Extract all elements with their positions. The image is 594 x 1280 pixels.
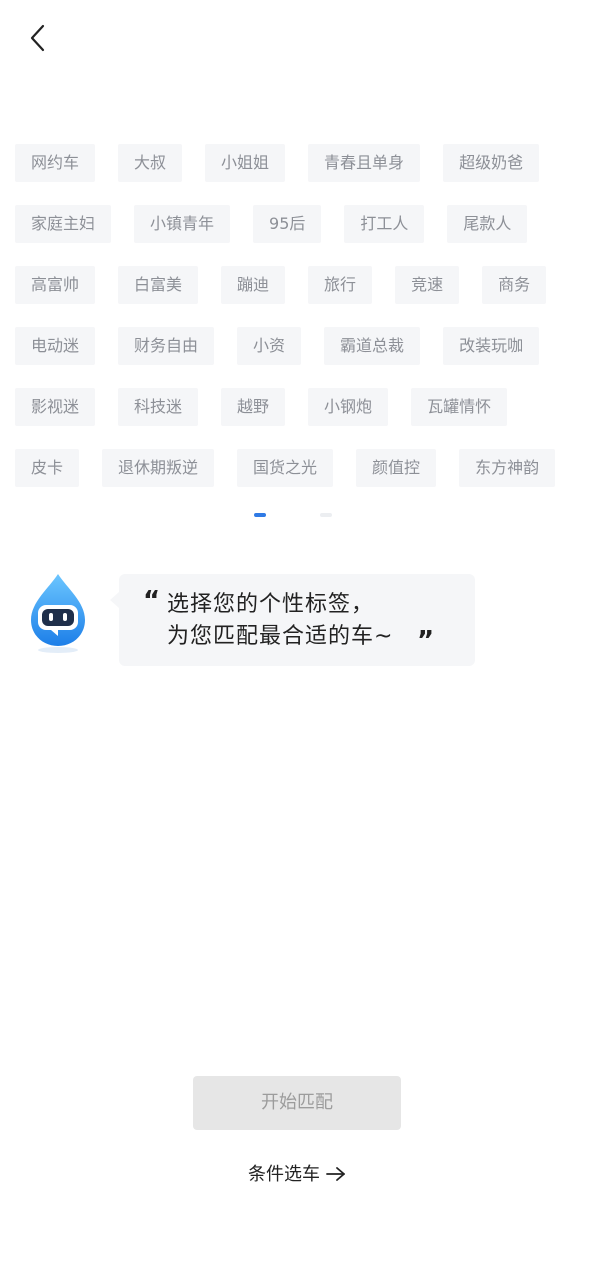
tag-chip[interactable]: 网约车 [15,144,96,182]
quote-close-mark: ” [417,626,435,656]
tag-chip[interactable]: 小姐姐 [205,144,286,182]
tag-chip[interactable]: 竞速 [395,266,460,304]
tag-chip[interactable]: 商务 [482,266,547,304]
tag-chip[interactable]: 小钢炮 [308,388,389,426]
tag-chip[interactable]: 越野 [221,388,286,426]
tag-chip[interactable]: 白富美 [118,266,199,304]
tag-chip[interactable]: 瓦罐情怀 [411,388,508,426]
quote-open-mark: “ [143,586,161,616]
arrow-right-icon [326,1166,345,1181]
tag-chip[interactable]: 皮卡 [15,449,80,487]
tag-row: 皮卡 退休期叛逆 国货之光 颜值控 东方神韵 [15,449,585,487]
tag-chip[interactable]: 小资 [237,327,302,365]
tag-row: 网约车 大叔 小姐姐 青春且单身 超级奶爸 [15,144,585,182]
page-indicator [0,513,594,517]
tag-chip[interactable]: 改装玩咖 [443,327,540,365]
tag-grid: 网约车 大叔 小姐姐 青春且单身 超级奶爸 家庭主妇 小镇青年 95后 打工人 尾款人 高富帅 白富美… [15,144,585,510]
back-button[interactable] [22,18,56,58]
tag-chip[interactable]: 颜值控 [356,449,437,487]
tag-row: 家庭主妇 小镇青年 95后 打工人 尾款人 [15,205,585,243]
start-match-button[interactable]: 开始匹配 [193,1076,401,1130]
tag-chip[interactable]: 东方神韵 [459,449,556,487]
tag-row: 高富帅 白富美 蹦迪 旅行 竞速 商务 [15,266,585,304]
tag-chip[interactable]: 家庭主妇 [15,205,112,243]
tag-chip[interactable]: 打工人 [344,205,425,243]
tag-row: 电动迷 财务自由 小资 霸道总裁 改装玩咖 [15,327,585,365]
tag-chip[interactable]: 蹦迪 [221,266,286,304]
tag-row: 影视迷 科技迷 越野 小钢炮 瓦罐情怀 [15,388,585,426]
tag-chip[interactable]: 超级奶爸 [443,144,540,182]
prompt-bubble: “ 选择您的个性标签， 为您匹配最合适的车~ ” [110,574,475,666]
tag-chip[interactable]: 科技迷 [118,388,199,426]
tag-chip[interactable]: 大叔 [118,144,183,182]
tag-chip[interactable]: 退休期叛逆 [102,449,215,487]
chevron-left-icon [30,24,45,52]
tag-chip[interactable]: 霸道总裁 [324,327,421,365]
tag-chip[interactable]: 95后 [253,205,322,243]
tag-chip[interactable]: 财务自由 [118,327,215,365]
tag-chip[interactable]: 高富帅 [15,266,96,304]
tag-chip[interactable]: 小镇青年 [134,205,231,243]
filter-select-car-label: 条件选车 [248,1164,320,1185]
tag-chip[interactable]: 电动迷 [15,327,96,365]
filter-select-car-link[interactable]: 条件选车 [248,1160,346,1190]
page-dot-inactive [320,513,332,517]
tag-chip[interactable]: 旅行 [308,266,373,304]
tag-chip[interactable]: 尾款人 [447,205,528,243]
page-dot-active [254,513,266,517]
prompt-line-1: 选择您的个性标签， [167,592,375,617]
tag-chip[interactable]: 国货之光 [237,449,334,487]
prompt-line-2: 为您匹配最合适的车~ [167,624,394,649]
robot-water-drop-icon [27,572,89,656]
tag-chip[interactable]: 青春且单身 [308,144,421,182]
tag-chip[interactable]: 影视迷 [15,388,96,426]
